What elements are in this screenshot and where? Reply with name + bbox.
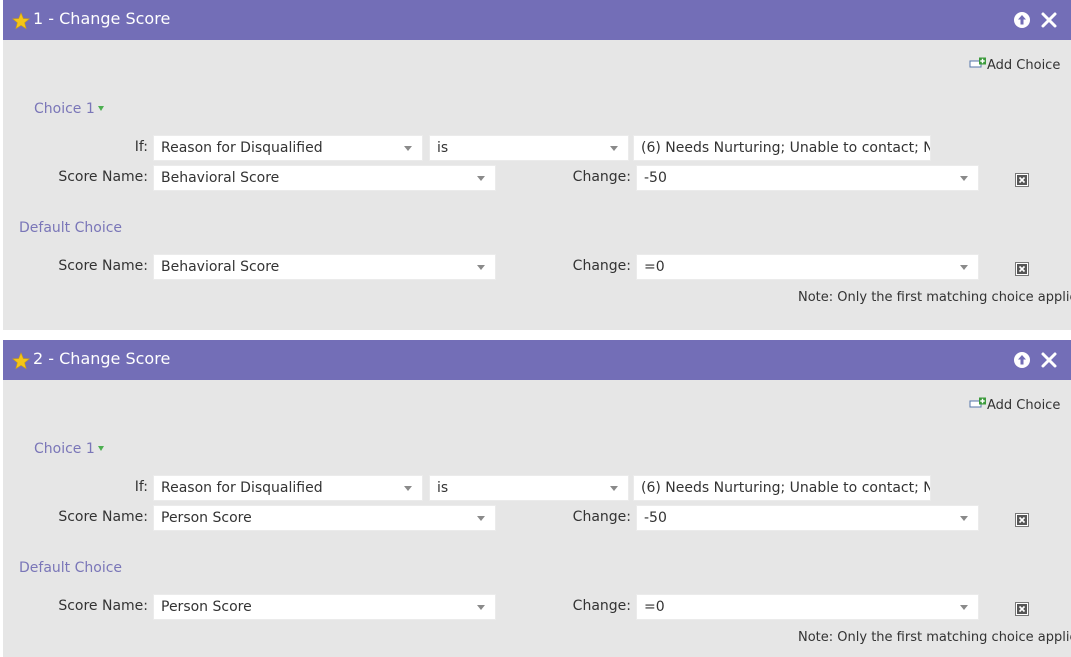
default-change-value: =0: [644, 599, 665, 615]
default-score-name-select[interactable]: Person Score: [153, 594, 496, 620]
score-name-value: Behavioral Score: [161, 170, 280, 186]
add-choice-label: Add Choice: [987, 58, 1061, 73]
change-value: -50: [644, 170, 667, 186]
step-body: Add Choice Choice 1 If: Reason for Disqu…: [3, 40, 1071, 330]
add-choice-button[interactable]: Add Choice: [969, 397, 1060, 413]
close-icon[interactable]: [1040, 351, 1058, 369]
delete-icon[interactable]: [1015, 513, 1029, 527]
arrow-up-icon[interactable]: [1013, 11, 1031, 29]
if-label: If:: [134, 139, 148, 155]
score-name-select[interactable]: Person Score: [153, 505, 496, 531]
chevron-down-icon: [960, 265, 968, 270]
delete-icon[interactable]: [1015, 173, 1029, 187]
arrow-up-icon[interactable]: [1013, 351, 1031, 369]
attribute-select[interactable]: Reason for Disqualified: [153, 135, 423, 161]
delete-icon[interactable]: [1015, 602, 1029, 616]
choice-1-toggle[interactable]: Choice 1: [34, 101, 104, 117]
chevron-down-icon: [610, 146, 618, 151]
chevron-down-icon: [404, 146, 412, 151]
score-name-value: Person Score: [161, 510, 252, 526]
star-icon: [12, 352, 30, 370]
default-change-select[interactable]: =0: [636, 594, 979, 620]
choice-label: Choice 1: [34, 441, 95, 457]
default-change-label: Change:: [572, 598, 631, 614]
default-change-select[interactable]: =0: [636, 254, 979, 280]
chevron-down-icon: [960, 605, 968, 610]
add-choice-icon: [969, 397, 986, 408]
chevron-down-icon: [477, 265, 485, 270]
flow-step-2: 2 - Change Score Add Choice Choice 1 If:…: [3, 340, 1071, 657]
default-score-name-value: Person Score: [161, 599, 252, 615]
chevron-down-icon: [960, 516, 968, 521]
add-choice-icon: [969, 57, 986, 68]
operator-value: is: [437, 140, 449, 156]
default-choice-label: Default Choice: [19, 560, 123, 576]
score-name-label: Score Name:: [58, 169, 148, 185]
attribute-select[interactable]: Reason for Disqualified: [153, 475, 423, 501]
default-score-name-label: Score Name:: [58, 258, 148, 274]
choice-1-toggle[interactable]: Choice 1: [34, 441, 104, 457]
operator-value: is: [437, 480, 449, 496]
note-text: Note: Only the first matching choice app…: [798, 630, 1071, 645]
chevron-down-icon: [477, 605, 485, 610]
default-score-name-label: Score Name:: [58, 598, 148, 614]
chevron-down-icon: [404, 486, 412, 491]
if-label: If:: [134, 479, 148, 495]
note-text: Note: Only the first matching choice app…: [798, 290, 1071, 305]
step-body: Add Choice Choice 1 If: Reason for Disqu…: [3, 380, 1071, 657]
default-choice-label: Default Choice: [19, 220, 123, 236]
default-score-name-value: Behavioral Score: [161, 259, 280, 275]
operator-select[interactable]: is: [429, 135, 629, 161]
step-header[interactable]: 2 - Change Score: [3, 340, 1071, 380]
condition-value: (6) Needs Nurturing; Unable to contact; …: [641, 480, 931, 496]
star-icon: [12, 12, 30, 30]
default-change-label: Change:: [572, 258, 631, 274]
delete-icon[interactable]: [1015, 262, 1029, 276]
caret-down-icon: [97, 106, 104, 111]
score-name-label: Score Name:: [58, 509, 148, 525]
chevron-down-icon: [960, 176, 968, 181]
close-icon[interactable]: [1040, 11, 1058, 29]
add-choice-button[interactable]: Add Choice: [969, 57, 1060, 73]
step-title: 2 - Change Score: [33, 349, 171, 368]
flow-step-1: 1 - Change Score Add Choice Choice 1 If:…: [3, 0, 1071, 330]
step-title: 1 - Change Score: [33, 9, 171, 28]
attribute-value: Reason for Disqualified: [161, 140, 323, 156]
score-name-select[interactable]: Behavioral Score: [153, 165, 496, 191]
change-value: -50: [644, 510, 667, 526]
add-choice-label: Add Choice: [987, 398, 1061, 413]
chevron-down-icon: [610, 486, 618, 491]
default-score-name-select[interactable]: Behavioral Score: [153, 254, 496, 280]
attribute-value: Reason for Disqualified: [161, 480, 323, 496]
choice-label: Choice 1: [34, 101, 95, 117]
step-header[interactable]: 1 - Change Score: [3, 0, 1071, 40]
chevron-down-icon: [477, 516, 485, 521]
operator-select[interactable]: is: [429, 475, 629, 501]
condition-value-field[interactable]: (6) Needs Nurturing; Unable to contact; …: [633, 135, 931, 161]
default-change-value: =0: [644, 259, 665, 275]
condition-value-field[interactable]: (6) Needs Nurturing; Unable to contact; …: [633, 475, 931, 501]
change-label: Change:: [572, 169, 631, 185]
change-label: Change:: [572, 509, 631, 525]
caret-down-icon: [97, 446, 104, 451]
condition-value: (6) Needs Nurturing; Unable to contact; …: [641, 140, 931, 156]
change-select[interactable]: -50: [636, 165, 979, 191]
chevron-down-icon: [477, 176, 485, 181]
change-select[interactable]: -50: [636, 505, 979, 531]
